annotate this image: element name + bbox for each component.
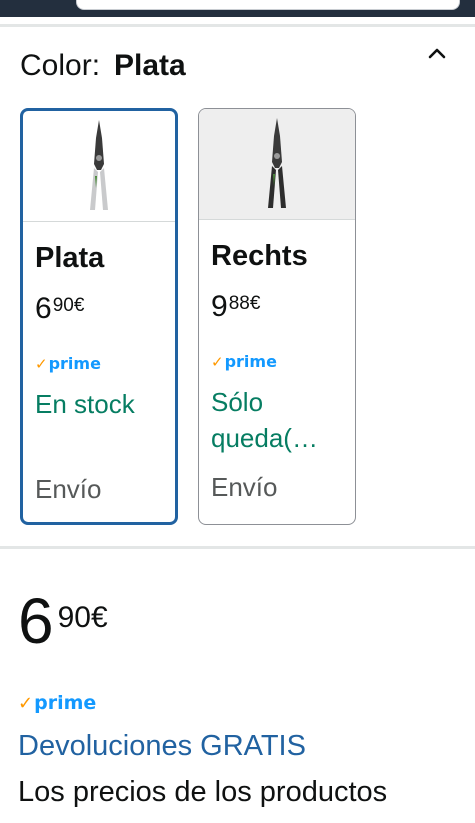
prime-check-icon: ✓ <box>35 354 48 373</box>
buybox-price: 6 90€ <box>18 586 108 656</box>
color-label: Color: <box>20 49 101 82</box>
free-returns-link[interactable]: Devoluciones GRATIS <box>18 728 306 764</box>
variant-price: 690€ <box>35 292 85 325</box>
header-bar <box>0 0 475 17</box>
snips-icon <box>268 118 286 208</box>
divider <box>0 546 475 549</box>
variant-thumbnail <box>23 111 175 222</box>
chevron-up-icon[interactable] <box>426 42 448 64</box>
prime-badge: ✓ prime <box>35 354 101 373</box>
prime-check-icon: ✓ <box>211 352 224 371</box>
price-fraction: 90€ <box>57 601 108 634</box>
prime-check-icon: ✓ <box>18 692 34 714</box>
price-whole: 6 <box>18 585 54 657</box>
availability-text: Sólo queda(… <box>211 387 318 453</box>
search-box-edge[interactable] <box>76 0 460 10</box>
variant-thumbnail <box>199 109 355 220</box>
variant-price: 988€ <box>211 290 261 323</box>
variant-card-rechts[interactable]: Rechts 988€ ✓ prime Sólo queda(… Envío <box>198 108 356 525</box>
divider <box>0 24 475 27</box>
prime-badge: ✓ prime <box>18 692 97 714</box>
prime-badge: ✓ prime <box>211 352 277 371</box>
shipping-text: Envío <box>35 474 102 504</box>
price-disclaimer: Los precios de los productos <box>18 776 388 808</box>
color-selected-value: Plata <box>114 49 186 82</box>
variant-name: Rechts <box>211 240 308 272</box>
availability-text: En stock <box>35 389 135 419</box>
color-selector-title: Color: Plata <box>20 48 186 84</box>
variant-card-plata[interactable]: Plata 690€ ✓ prime En stock Envío <box>20 108 178 525</box>
snips-icon <box>90 120 108 210</box>
variant-name: Plata <box>35 242 105 274</box>
shipping-text: Envío <box>211 472 278 502</box>
